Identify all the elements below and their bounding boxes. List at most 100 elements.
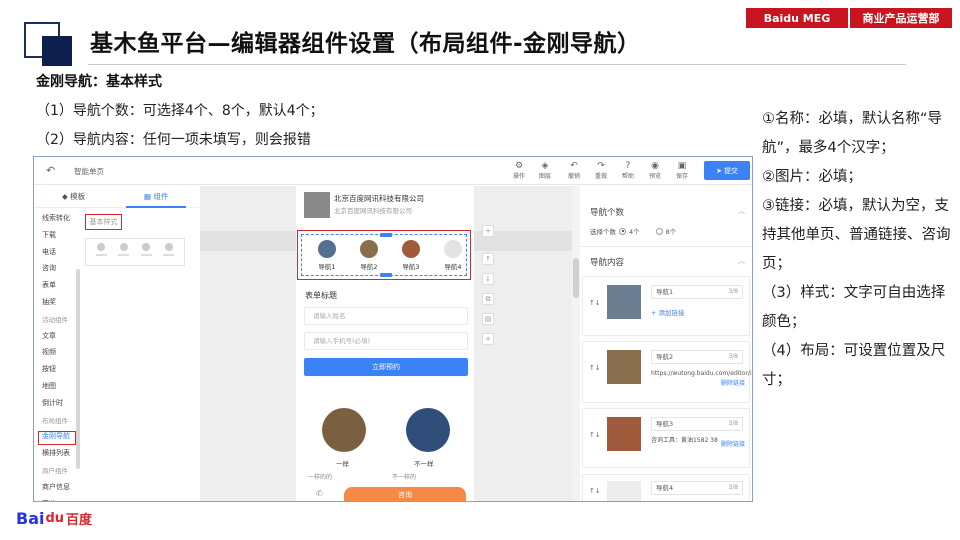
component-item[interactable]: 商户信息: [42, 482, 70, 492]
nav-name-field[interactable]: 导航4 3/8: [651, 481, 743, 495]
component-item[interactable]: 文章: [42, 331, 56, 341]
resize-handle-top[interactable]: [380, 233, 392, 237]
component-item[interactable]: 按钮: [42, 364, 56, 374]
resize-handle-bottom[interactable]: [380, 273, 392, 277]
chevron-up-icon[interactable]: ︿: [738, 206, 745, 216]
panel-divider: [580, 246, 752, 247]
nav-card-3[interactable]: ↑↓ 导航3 3/8 咨询工具：黄油1582 38 删除链接: [582, 408, 750, 468]
delete-link-button[interactable]: 删除链接: [721, 378, 745, 387]
nav-name-field[interactable]: 导航3 3/8: [651, 417, 743, 431]
consult-button[interactable]: 咨询: [344, 487, 466, 501]
move-down-icon[interactable]: ↓: [482, 273, 494, 285]
nav-image-placeholder: [444, 240, 462, 258]
radio-4[interactable]: [619, 227, 626, 235]
canvas-scrollbar[interactable]: [572, 186, 580, 501]
component-item[interactable]: 线索转化: [42, 213, 70, 223]
phone-preview: 北京百度网讯科技有限公司 北京百度网讯科技有限公司 导航1 导航2 导航3 导航…: [296, 186, 474, 501]
component-item[interactable]: 营业: [42, 499, 56, 501]
delete-link-button[interactable]: 删除链接: [721, 439, 745, 448]
style-thumbnail[interactable]: [85, 238, 185, 266]
circle-label-different: 不一样: [414, 460, 434, 468]
tool-help[interactable]: ? 帮助: [615, 161, 641, 183]
left-scrollbar[interactable]: [76, 269, 80, 469]
nav-card-2[interactable]: ↑↓ 导航2 3/8 https://wutong.baidu.com/edito…: [582, 341, 752, 403]
nav-count-title: 导航个数: [590, 208, 625, 218]
gear-icon: ⚙: [514, 161, 524, 171]
tool-save[interactable]: ▣ 保存: [669, 161, 695, 183]
delete-icon[interactable]: ▤: [482, 313, 494, 325]
nav-item-1[interactable]: 导航1: [312, 240, 342, 271]
tool-layers[interactable]: ◈ 图层: [532, 161, 558, 183]
radio-8[interactable]: [655, 227, 663, 235]
note-link: ③链接：必填，默认为空，支持其他单页、普通链接、咨询页；: [762, 198, 951, 272]
rule-line-count: （1）导航个数：可选择4个、8个，默认4个；: [36, 103, 324, 119]
circle-image-different: [406, 408, 450, 452]
highlight-box-selected-item: [38, 431, 76, 445]
brand-tag-dept: 商业产品运营部: [850, 8, 952, 28]
nav-card-image[interactable]: [607, 417, 641, 451]
business-logo: [304, 192, 330, 218]
section-title: 金刚导航：基本样式: [36, 74, 162, 90]
component-item[interactable]: 咨询: [42, 263, 56, 273]
tab-component[interactable]: ▦ 组件: [144, 191, 168, 202]
name-input[interactable]: 请输入姓名: [304, 307, 468, 325]
nav-component-selected[interactable]: 导航1 导航2 导航3 导航4: [297, 230, 471, 280]
style-label-basic[interactable]: 基本样式: [85, 214, 122, 230]
component-group-label: 商户组件: [42, 467, 68, 475]
help-icon: ?: [625, 161, 631, 171]
component-item[interactable]: 视频: [42, 347, 56, 357]
back-arrow-icon[interactable]: ↶: [46, 164, 55, 177]
nav-card-image[interactable]: [607, 481, 641, 501]
nav-name-field[interactable]: 导航1 3/8: [651, 285, 743, 299]
tool-redo[interactable]: ↷ 重做: [588, 161, 614, 183]
move-up-icon[interactable]: ↑: [482, 253, 494, 265]
nav-name-field[interactable]: 导航2 3/8: [651, 350, 743, 364]
reorder-icon[interactable]: ↑↓: [589, 299, 601, 307]
nav-component-frame: 导航1 导航2 导航3 导航4: [301, 233, 468, 277]
circle-sub-same: 一样的的: [308, 474, 333, 481]
copy-icon[interactable]: ⧉: [482, 293, 494, 305]
nav-card-image[interactable]: [607, 285, 641, 319]
component-item[interactable]: 抽奖: [42, 297, 56, 307]
reorder-icon[interactable]: ↑↓: [589, 431, 601, 439]
add-below-icon[interactable]: +: [482, 333, 494, 345]
component-item[interactable]: 横排列表: [42, 448, 70, 458]
nav-card-1[interactable]: ↑↓ 导航1 3/8 + 添加链接: [582, 276, 750, 336]
tab-template[interactable]: ◆ 模板: [62, 191, 85, 202]
layers-icon: ◈: [541, 161, 549, 171]
editor-toolbar: ↶ 智能单页 ⚙ 操作 ◈ 图层 ↶ 撤销 ↷ 重做 ? 帮助 ◉ 预览 ▣ 保存 ➤ 提交: [34, 157, 752, 185]
link-url: https://wutong.baidu.com/editor/index...: [651, 370, 752, 377]
scroll-thumb[interactable]: [573, 258, 579, 298]
component-item[interactable]: 表单: [42, 280, 56, 290]
circle-label-same: 一样: [336, 460, 349, 468]
nav-content-title: 导航内容: [590, 258, 625, 268]
nav-card-4[interactable]: ↑↓ 导航4 3/8: [582, 474, 750, 501]
component-item[interactable]: 电话: [42, 247, 56, 257]
phone-input[interactable]: 请输入手机号(必填): [304, 332, 468, 350]
slide-title: 基木鱼平台—编辑器组件设置（布局组件-金刚导航）: [90, 31, 641, 57]
book-now-button[interactable]: 立即预约: [304, 358, 468, 376]
nav-count-options: 选择个数 4个 8个: [590, 227, 677, 236]
nav-item-2[interactable]: 导航2: [354, 240, 384, 271]
nav-item-4[interactable]: 导航4: [438, 240, 468, 271]
add-icon[interactable]: +: [482, 225, 494, 237]
tool-undo[interactable]: ↶ 撤销: [561, 161, 587, 183]
nav-card-image[interactable]: [607, 350, 641, 384]
baidu-logo: Bai du 百度: [16, 509, 93, 528]
reorder-icon[interactable]: ↑↓: [589, 487, 601, 495]
component-item[interactable]: 下载: [42, 230, 56, 240]
add-link-button[interactable]: + 添加链接: [651, 307, 685, 317]
tool-preview[interactable]: ◉ 预览: [642, 161, 668, 183]
chevron-up-icon[interactable]: ︿: [738, 256, 745, 266]
thumb-dot: [95, 243, 108, 261]
submit-button[interactable]: ➤ 提交: [704, 161, 750, 180]
business-subtitle: 北京百度网讯科技有限公司: [334, 207, 412, 215]
component-item[interactable]: 倒计时: [42, 398, 63, 408]
tool-operate[interactable]: ⚙ 操作: [506, 161, 532, 183]
reorder-icon[interactable]: ↑↓: [589, 364, 601, 372]
save-icon: ▣: [677, 161, 687, 171]
thumb-dot: [140, 243, 153, 261]
nav-item-3[interactable]: 导航3: [396, 240, 426, 271]
component-item[interactable]: 地图: [42, 381, 56, 391]
phone-icon[interactable]: ✆: [316, 489, 323, 498]
